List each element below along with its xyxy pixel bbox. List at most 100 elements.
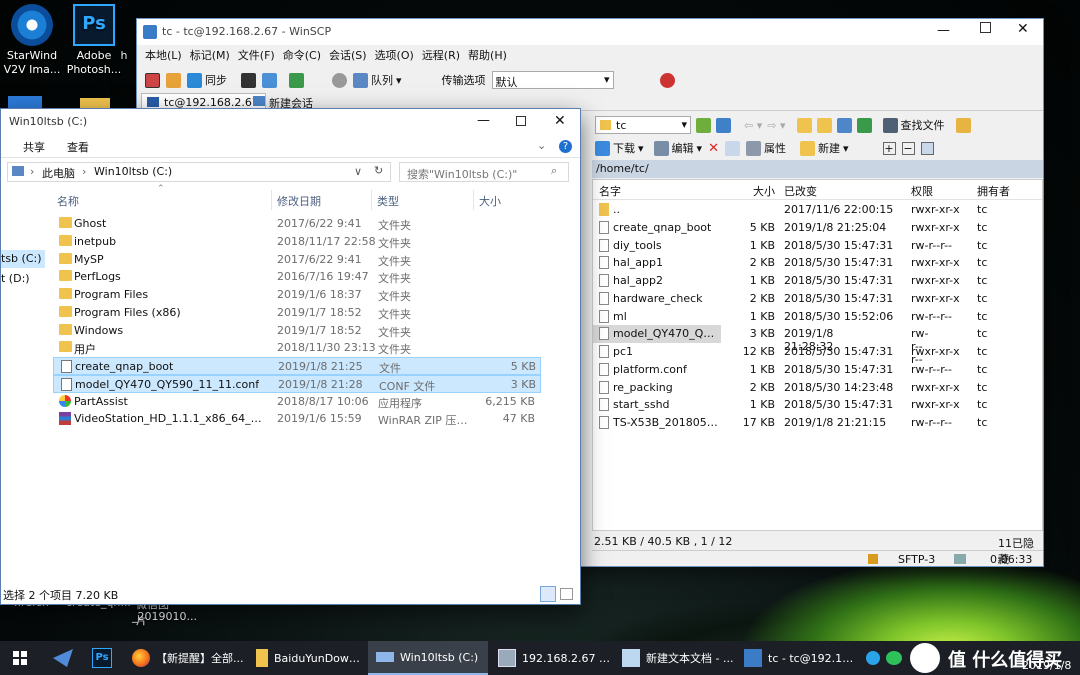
explorer-file-row[interactable]: PerfLogs 2016/7/16 19:47 文件夹 [53,268,541,286]
taskbar-item-winscp[interactable]: tc - tc@192.16... [736,641,856,675]
properties-button[interactable]: 属性 [745,138,786,158]
explorer-file-row[interactable]: Windows 2019/1/7 18:52 文件夹 [53,322,541,340]
large-icons-view-icon[interactable] [560,588,573,600]
explorer-file-row[interactable]: PartAssist 2018/8/17 10:06 应用程序 6,215 KB [53,393,541,411]
gear-icon[interactable] [332,72,347,88]
address-bar[interactable]: › 此电脑 › Win10ltsb (C:) ∨ ↻ [7,162,391,182]
explorer-file-row[interactable]: Program Files (x86) 2019/1/7 18:52 文件夹 [53,304,541,322]
taskbar-item-remote[interactable]: 192.168.2.67 (1... [490,641,612,675]
remote-file-row[interactable]: model_QY470_QY5... 3 KB 2019/1/8 21:28:32 r… [593,325,987,366]
remote-file-row[interactable]: hal_app1 2 KB 2018/5/30 15:47:31 rwxr-xr-x t… [593,254,1058,272]
layout-icon[interactable] [145,72,160,88]
remote-file-row[interactable]: re_packing 2 KB 2018/5/30 14:23:48 rwxr-xr-… [593,379,1058,397]
column-header-size[interactable]: 大小 [753,183,775,199]
column-header-perms[interactable]: 权限 [911,183,933,199]
desktop-icon-partial[interactable]: h [114,49,134,63]
refresh-icon[interactable]: ↻ [374,164,383,177]
breadcrumb-item[interactable]: Win10ltsb (C:) [94,165,172,178]
menu-options[interactable]: 选项(O) [375,47,414,63]
explorer-file-row[interactable]: model_QY470_QY590_11_11.conf 2019/1/8 21:… [53,374,541,393]
plus-icon[interactable]: + [882,141,896,155]
taskbar-item-notepad[interactable]: 新建文本文档 - ... [614,641,736,675]
open-dir-icon[interactable] [696,117,711,133]
breadcrumb-item[interactable]: 此电脑 [42,165,75,181]
filter-icon[interactable] [716,117,731,133]
minus-icon[interactable]: − [901,141,915,155]
column-header-name[interactable]: 名称 [57,193,79,209]
explorer-file-row[interactable]: MySP 2017/6/22 9:41 文件夹 [53,251,541,269]
nav-item-d[interactable]: t (D:) [1,270,45,288]
taskbar-item-firefox[interactable]: 【新提醒】全部... [124,641,246,675]
minimize-button[interactable]: — [937,23,950,38]
column-header-changed[interactable]: 已改变 [784,183,817,199]
menu-help[interactable]: 帮助(H) [468,47,507,63]
qq-icon[interactable] [866,651,880,665]
download-button[interactable]: 下载 ▾ [595,138,644,158]
maximize-button[interactable] [980,22,991,33]
menu-mark[interactable]: 标记(M) [190,47,230,63]
remote-file-row[interactable]: hardware_check 2 KB 2018/5/30 15:47:31 rwxr… [593,290,1058,308]
console-icon[interactable] [241,72,256,88]
explorer-file-row[interactable]: Program Files 2019/1/6 18:37 文件夹 [53,286,541,304]
forward-icon[interactable]: ⇨ ▾ [767,119,785,132]
putty-icon[interactable] [262,72,277,88]
back-icon[interactable]: ⇦ ▾ [744,119,762,132]
close-button[interactable]: ✕ [1017,21,1029,37]
column-header-size[interactable]: 大小 [479,193,501,209]
delete-icon[interactable]: ✕ [708,141,719,156]
new-button[interactable]: 新建 ▾ [799,138,849,158]
home-icon[interactable] [836,117,852,133]
remote-file-row[interactable]: create_qnap_boot 5 KB 2019/1/8 21:25:04 rwx… [593,219,1058,237]
minimize-button[interactable]: — [477,113,490,128]
photoshop-icon[interactable]: Ps [92,648,112,668]
rename-icon[interactable] [724,140,740,156]
tab-share[interactable]: 共享 [23,139,45,155]
remote-file-row[interactable]: platform.conf 1 KB 2018/5/30 15:47:31 rw-r-… [593,361,1058,379]
transfer-options-select[interactable]: 默认 ▾ [491,71,614,89]
pinned-app-icon[interactable] [53,649,73,667]
edit-button[interactable]: 编辑 ▾ [653,138,702,158]
help-icon[interactable]: ? [559,140,572,153]
menu-session[interactable]: 会话(S) [329,47,367,63]
remote-file-row[interactable]: start_sshd 1 KB 2018/5/30 15:47:31 rwxr-xr-… [593,396,1058,414]
column-header-name[interactable]: 名字 [599,183,621,199]
remote-file-row[interactable]: hal_app2 1 KB 2018/5/30 15:47:31 rwxr-xr-x t… [593,272,1058,290]
refresh-icon[interactable] [289,72,304,88]
remote-file-row[interactable]: .. 2017/11/6 22:00:15 rwxr-xr-x tc [593,201,1058,219]
start-icon[interactable] [13,651,27,665]
refresh-icon[interactable] [856,117,872,133]
queue-button[interactable]: 队列 ▾ [353,70,402,90]
sync-button[interactable]: 同步 [187,70,227,90]
wechat-icon[interactable] [886,651,902,665]
menu-local[interactable]: 本地(L) [145,47,182,63]
desktop-icon-photoshop[interactable]: Ps Adobe Photosh... [62,4,126,77]
select-icon[interactable] [920,141,934,155]
explorer-file-row[interactable]: create_qnap_boot 2019/1/8 21:25 文件 5 KB [53,357,541,375]
maximize-button[interactable] [516,116,526,126]
tab-view[interactable]: 查看 [67,139,89,155]
taskbar-item-baidu[interactable]: BaiduYunDown... [248,641,366,675]
remote-file-row[interactable]: pc1 12 KB 2018/5/30 15:47:31 rwxr-xr-x tc [593,343,1058,361]
remote-file-row[interactable]: TS-X53B_20180528-... 17 KB 2019/1/8 21:21:… [593,414,1058,432]
menu-command[interactable]: 命令(C) [283,47,321,63]
explorer-file-row[interactable]: 用户 2018/11/30 23:13 文件夹 [53,339,541,357]
explorer-file-row[interactable]: VideoStation_HD_1.1.1_x86_64_20180... 201… [53,410,541,428]
close-button[interactable]: ✕ [554,113,566,129]
desktop-icon-starwind[interactable]: StarWind V2V Ima... [0,4,64,77]
menu-remote[interactable]: 远程(R) [422,47,460,63]
explorer-file-row[interactable]: Ghost 2017/6/22 9:41 文件夹 [53,215,541,233]
column-header-date[interactable]: 修改日期 [277,193,321,209]
root-dir-icon[interactable] [816,117,832,133]
column-header-owner[interactable]: 拥有者 [977,183,1010,199]
column-header-type[interactable]: 类型 [377,193,399,209]
tree-icon[interactable] [955,117,971,133]
nav-item-c[interactable]: tsb (C:) [1,250,45,268]
chevron-down-icon[interactable]: ⌄ [537,139,546,152]
details-view-icon[interactable] [540,586,556,602]
remote-file-row[interactable]: ml 1 KB 2018/5/30 15:52:06 rw-r--r-- tc [593,308,1058,326]
sync-browse-icon[interactable] [659,72,675,88]
compare-icon[interactable] [166,72,181,88]
parent-dir-icon[interactable] [796,117,812,133]
menu-file[interactable]: 文件(F) [238,47,275,63]
search-field[interactable]: 搜索"Win10ltsb (C:)" ⌕ [399,162,569,182]
